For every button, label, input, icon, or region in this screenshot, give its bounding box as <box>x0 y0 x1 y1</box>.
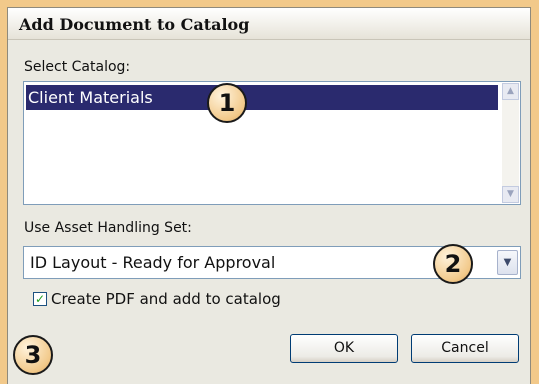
callout-badge-3: 3 <box>13 335 53 375</box>
catalog-scrollbar[interactable]: ▲ ▼ <box>502 83 519 203</box>
asset-handling-label: Use Asset Handling Set: <box>24 220 192 236</box>
catalog-item-client-materials[interactable]: Client Materials <box>26 85 498 110</box>
select-catalog-label: Select Catalog: <box>24 59 131 75</box>
asset-handling-value: ID Layout - Ready for Approval <box>30 253 276 272</box>
catalog-listbox[interactable]: Client Materials ▲ ▼ <box>23 81 521 205</box>
dialog-title: Add Document to Catalog <box>19 15 250 34</box>
dialog-titlebar[interactable]: Add Document to Catalog <box>8 8 530 40</box>
cancel-button[interactable]: Cancel <box>411 334 519 363</box>
create-pdf-checkbox[interactable]: ✓ <box>33 292 47 306</box>
create-pdf-label[interactable]: Create PDF and add to catalog <box>51 290 281 308</box>
chevron-down-icon[interactable]: ▼ <box>502 186 519 203</box>
checkmark-icon: ✓ <box>34 292 46 306</box>
callout-badge-1: 1 <box>207 83 247 123</box>
callout-badge-2: 2 <box>433 244 473 284</box>
ok-button[interactable]: OK <box>290 334 398 363</box>
chevron-up-icon[interactable]: ▲ <box>502 83 519 100</box>
chevron-down-icon[interactable]: ▼ <box>497 250 518 275</box>
